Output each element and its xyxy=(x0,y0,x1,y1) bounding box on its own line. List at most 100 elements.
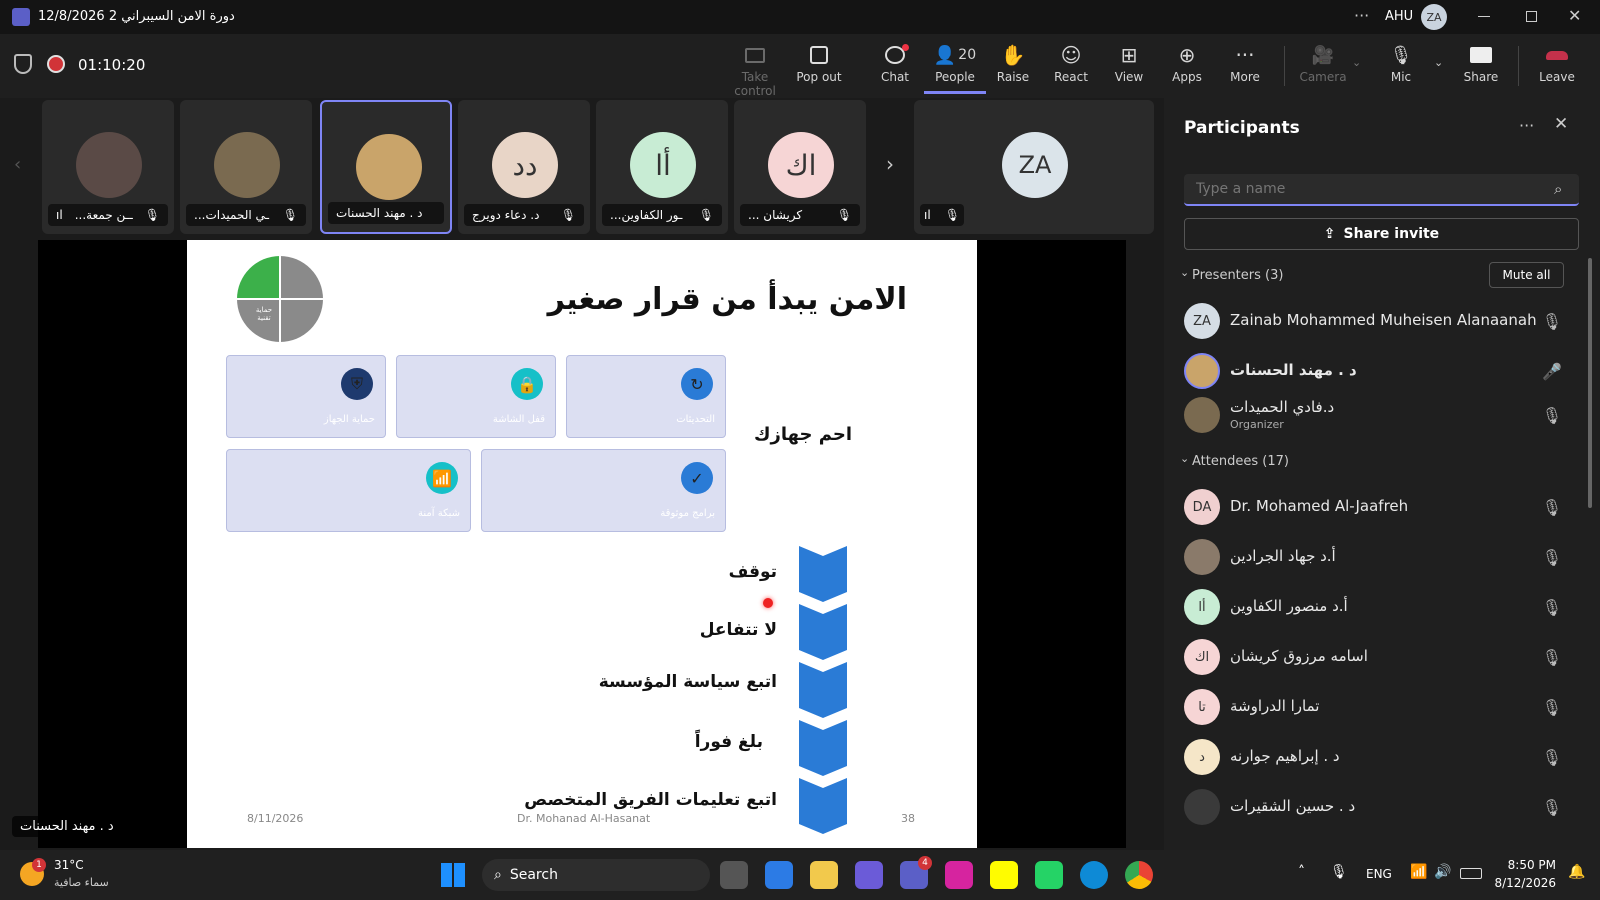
camera-button[interactable]: 🎥 Camera xyxy=(1292,40,1354,94)
people-icon: 👤 xyxy=(933,44,957,66)
mute-all-button[interactable]: Mute all xyxy=(1489,262,1564,288)
participant-row[interactable]: د د . إبراهيم جوارنه 🎙 xyxy=(1164,734,1584,780)
participant-row[interactable]: أا أ.د منصور الكفاوين 🎙 xyxy=(1164,584,1584,630)
pop-out-button[interactable]: Pop out xyxy=(788,40,850,94)
apps-button[interactable]: ⊕ Apps xyxy=(1156,40,1218,94)
leave-button[interactable]: Leave xyxy=(1526,40,1588,94)
volume-icon[interactable]: 🔊 xyxy=(1434,864,1451,880)
taskbar-search[interactable]: ⌕ Search xyxy=(482,859,710,891)
org-label: AHU xyxy=(1385,9,1414,24)
battery-icon[interactable] xyxy=(1460,868,1482,879)
participant-row[interactable]: د . مهند الحسنات 🎤 xyxy=(1164,348,1584,394)
meeting-timer: 01:10:20 xyxy=(78,56,146,74)
store-icon[interactable] xyxy=(765,861,793,889)
attendees-header[interactable]: Attendees (17) xyxy=(1192,454,1289,469)
participant-row[interactable]: DA Dr. Mohamed Al-Jaafreh 🎙 xyxy=(1164,484,1584,530)
video-tile[interactable]: دد د. دعاء دويرج 🎙 xyxy=(458,100,590,234)
avatar: تا xyxy=(1184,689,1220,725)
minimize-icon[interactable] xyxy=(1478,16,1490,17)
pop-out-icon xyxy=(810,46,828,64)
close-panel-icon[interactable]: ✕ xyxy=(1554,114,1568,134)
panel-more-icon[interactable]: ··· xyxy=(1519,116,1534,135)
react-button[interactable]: ☺ React xyxy=(1040,40,1102,94)
step-text: اتبع سياسة المؤسسة xyxy=(598,672,777,692)
instagram-icon[interactable] xyxy=(945,861,973,889)
avatar xyxy=(1184,789,1220,825)
step-marker xyxy=(799,604,847,660)
file-explorer-icon[interactable] xyxy=(810,861,838,889)
video-tile-self[interactable]: ZA ıl 🎙 xyxy=(914,100,1154,234)
participant-search-input[interactable] xyxy=(1184,174,1579,206)
clock-date[interactable]: 8/12/2026 xyxy=(1488,876,1556,890)
clock-time[interactable]: 8:50 PM xyxy=(1500,858,1556,872)
presenters-header[interactable]: Presenters (3) xyxy=(1192,268,1283,283)
take-control-button[interactable]: Take control xyxy=(724,40,786,98)
recording-icon xyxy=(47,55,65,73)
task-view-icon[interactable] xyxy=(720,861,748,889)
participant-row[interactable]: د . حسين الشقيرات 🎙 xyxy=(1164,784,1584,830)
step-marker xyxy=(799,662,847,718)
organizer-label: Organizer xyxy=(1230,418,1284,431)
mic-off-icon: 🎙 xyxy=(836,208,852,222)
chat-button[interactable]: Chat xyxy=(864,40,926,94)
mic-options-chevron-icon[interactable]: ⌄ xyxy=(1434,56,1443,69)
video-tile[interactable]: ...ـي الحميدات 🎙 xyxy=(180,100,312,234)
share-invite-button[interactable]: ⇪ Share invite xyxy=(1184,218,1579,250)
mic-off-icon: 🎙 xyxy=(1389,44,1413,66)
snapchat-icon[interactable] xyxy=(990,861,1018,889)
people-button[interactable]: 👤 20 People xyxy=(924,40,986,94)
weather-temp: 31°C xyxy=(54,858,84,872)
restore-icon[interactable] xyxy=(1526,11,1537,22)
raise-hand-button[interactable]: ✋ Raise xyxy=(982,40,1044,94)
panel-scrollbar[interactable] xyxy=(1588,258,1592,508)
step-text: لا تتفاعل xyxy=(699,620,777,640)
mic-off-icon: 🎙 xyxy=(144,208,160,222)
wifi-icon[interactable]: 📶 xyxy=(1410,864,1427,880)
presentation-slide: حماية تقنية الامن يبدأ من قرار صغير ↻ الت… xyxy=(187,240,977,848)
avatar: د xyxy=(1184,739,1220,775)
avatar: ZA xyxy=(1002,132,1068,198)
avatar xyxy=(1184,353,1220,389)
participant-row[interactable]: اك اسامه مرزوق كريشان 🎙 xyxy=(1164,634,1584,680)
share-button[interactable]: Share xyxy=(1450,40,1512,94)
chrome-icon[interactable] xyxy=(1125,861,1153,889)
participant-row[interactable]: أ.د جهاد الجرادين 🎙 xyxy=(1164,534,1584,580)
more-options-icon[interactable]: ··· xyxy=(1354,6,1369,25)
slide-card: 🔒 قفل الشاشة xyxy=(396,355,556,438)
close-window-icon[interactable]: ✕ xyxy=(1568,6,1581,25)
video-tile[interactable]: أا ...ـور الكفاوين 🎙 xyxy=(596,100,728,234)
more-button[interactable]: ··· More xyxy=(1214,40,1276,94)
notifications-icon[interactable]: 🔔 xyxy=(1568,864,1585,880)
slide-title: الامن يبدأ من قرار صغير xyxy=(547,282,907,317)
toolbar-divider xyxy=(1284,46,1285,86)
avatar xyxy=(356,134,422,200)
slide-footer-author: Dr. Mohanad Al-Hasanat xyxy=(517,812,651,825)
whatsapp-icon[interactable] xyxy=(1035,861,1063,889)
participant-row[interactable]: د.فادي الحميدات Organizer 🎙 xyxy=(1164,392,1584,438)
edge-icon[interactable] xyxy=(1080,861,1108,889)
participant-row[interactable]: تا تمارا الدراوشة 🎙 xyxy=(1164,684,1584,730)
mic-off-icon[interactable]: 🎙 xyxy=(1330,864,1348,880)
copilot-icon[interactable] xyxy=(855,861,883,889)
camera-options-chevron-icon[interactable]: ⌄ xyxy=(1352,56,1361,69)
show-hidden-icons-icon[interactable]: ˄ xyxy=(1298,864,1305,880)
view-button[interactable]: ⊞ View xyxy=(1098,40,1160,94)
presenter-name-label: د . مهند الحسنات xyxy=(12,816,122,837)
user-avatar[interactable]: ZA xyxy=(1421,4,1447,30)
mic-off-icon: 🎙 xyxy=(1541,598,1562,617)
hand-icon: ✋ xyxy=(1000,43,1026,67)
strip-prev-icon[interactable]: ‹ xyxy=(14,154,21,175)
video-tile[interactable]: ıl ...ــن جمعة 🎙 xyxy=(42,100,174,234)
language-indicator[interactable]: ENG xyxy=(1366,867,1392,881)
attendees-collapse-icon[interactable]: ⌄ xyxy=(1180,452,1189,465)
mic-button[interactable]: 🎙 Mic xyxy=(1370,40,1432,94)
notification-dot xyxy=(902,44,909,51)
presenters-collapse-icon[interactable]: ⌄ xyxy=(1180,266,1189,279)
video-tile[interactable]: اك ... كريشان 🎙 xyxy=(734,100,866,234)
slide-card: ✓ برامج موثوقة xyxy=(481,449,726,532)
start-icon[interactable] xyxy=(441,863,465,887)
video-tile-active-speaker[interactable]: د . مهند الحسنات xyxy=(320,100,452,234)
avatar: أا xyxy=(630,132,696,198)
strip-next-icon[interactable]: › xyxy=(886,152,894,176)
participant-row[interactable]: ZA Zainab Mohammed Muheisen Alanaanah 🎙 xyxy=(1164,298,1584,344)
